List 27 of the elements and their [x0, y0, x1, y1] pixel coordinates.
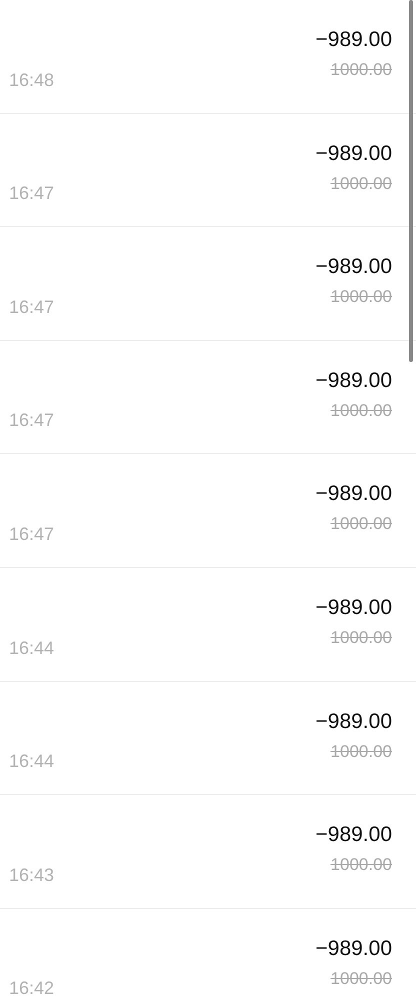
transaction-time: 16:42	[9, 978, 54, 1000]
transaction-time: 16:43	[9, 864, 54, 886]
transaction-amount: −989.00	[316, 710, 392, 734]
transaction-time: 16:47	[9, 410, 54, 432]
transaction-amount: −989.00	[316, 255, 392, 280]
transaction-time: 16:44	[9, 751, 54, 772]
transaction-time: 16:48	[9, 70, 54, 91]
transaction-amount: −989.00	[316, 28, 392, 52]
original-amount: 1000.00	[330, 287, 392, 308]
transaction-amount: −989.00	[316, 823, 392, 848]
transaction-amount: −989.00	[316, 368, 392, 393]
transaction-time: 16:47	[9, 183, 54, 204]
original-amount: 1000.00	[330, 628, 392, 648]
original-amount: 1000.00	[330, 742, 392, 762]
original-amount: 1000.00	[330, 855, 392, 876]
transaction-amount: −989.00	[316, 142, 392, 166]
original-amount: 1000.00	[330, 60, 392, 80]
transaction-time: 16:47	[9, 296, 54, 318]
original-amount: 1000.00	[330, 514, 392, 534]
original-amount: 1000.00	[330, 968, 392, 989]
transaction-time: 16:44	[9, 638, 54, 659]
transaction-time: 16:47	[9, 524, 54, 545]
transaction-amount: −989.00	[316, 482, 392, 506]
original-amount: 1000.00	[330, 174, 392, 194]
original-amount: 1000.00	[330, 400, 392, 421]
transaction-amount: −989.00	[316, 596, 392, 620]
transaction-amount: −989.00	[316, 936, 392, 961]
